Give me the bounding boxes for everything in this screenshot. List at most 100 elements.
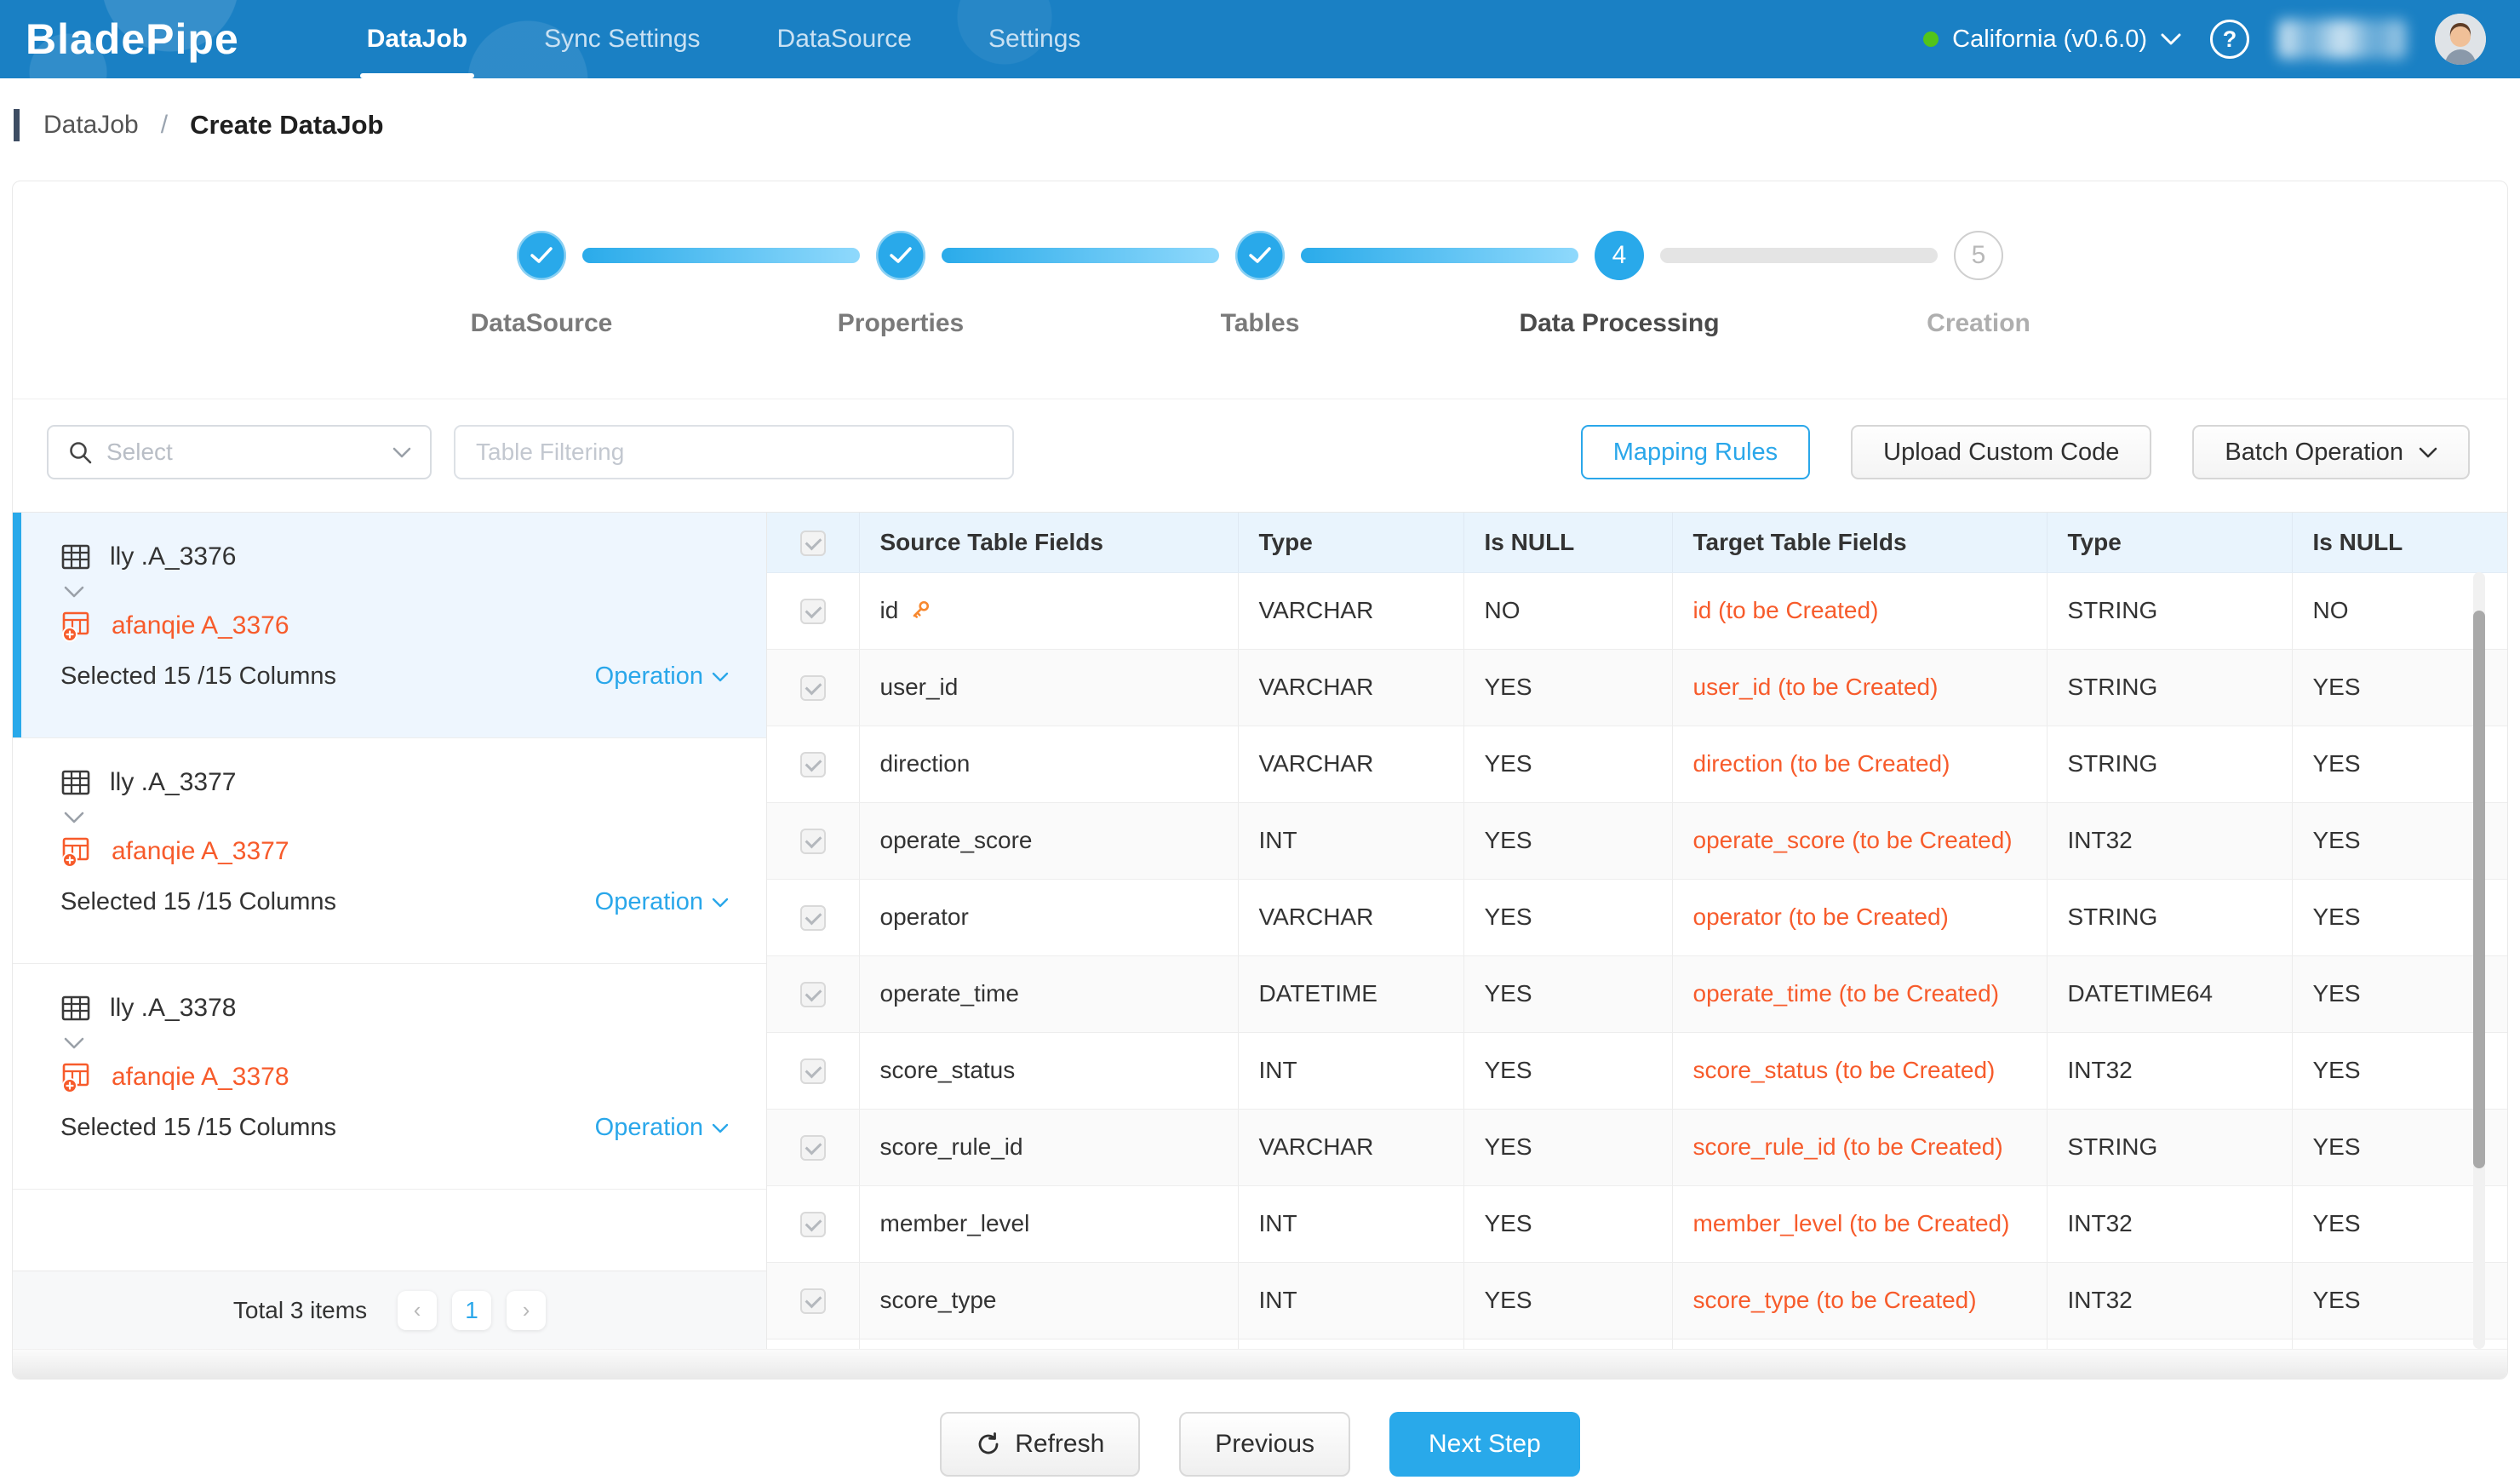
cell-isnull: YES [1463, 1185, 1672, 1262]
cell-ttype: STRING [2047, 879, 2292, 955]
step-label: Data Processing [1519, 309, 1719, 338]
row-checkbox[interactable] [800, 829, 826, 854]
avatar[interactable] [2435, 14, 2486, 65]
total-items-text: Total 3 items [233, 1297, 367, 1324]
horizontal-scrollbar-track[interactable] [13, 1349, 2507, 1379]
source-table-icon [60, 993, 91, 1024]
cell-isnull: NO [1463, 572, 1672, 649]
row-checkbox[interactable] [800, 982, 826, 1007]
cell-type: INT [1238, 802, 1463, 879]
app-logo[interactable]: BladePipe [26, 14, 239, 64]
cell-source: operate_score [859, 802, 1238, 879]
sidebar-filler [13, 1190, 766, 1271]
table-row: score_status INT YES score_status (to be… [767, 1032, 2507, 1109]
step-creation: 5 Creation [1799, 231, 2158, 338]
row-checkbox[interactable] [800, 905, 826, 931]
environment-selector[interactable]: California (v0.6.0) [1923, 26, 2181, 54]
cell-target: id (to be Created) [1672, 572, 2047, 649]
cell-isnull: YES [1463, 955, 1672, 1032]
mapping-rules-button[interactable]: Mapping Rules [1581, 425, 1810, 479]
target-table-name: afanqie A_3377 [112, 837, 289, 866]
row-checkbox[interactable] [800, 1135, 826, 1161]
username-blurred[interactable] [2278, 20, 2406, 59]
cell-ttype: STRING [2047, 572, 2292, 649]
cell-ttype: INT32 [2047, 802, 2292, 879]
selected-columns-text: Selected 15 /15 Columns [60, 663, 336, 691]
upload-custom-code-button[interactable]: Upload Custom Code [1851, 425, 2151, 479]
environment-label: California (v0.6.0) [1952, 26, 2147, 54]
col-source-isnull: Is NULL [1463, 513, 1672, 572]
cell-source: direction [859, 726, 1238, 802]
cell-ttype: INT32 [2047, 1262, 2292, 1339]
cell-target: score_type (to be Created) [1672, 1262, 2047, 1339]
operation-link[interactable]: Operation [595, 1114, 729, 1142]
source-table-name: lly .A_3376 [110, 542, 236, 571]
cell-isnull [1463, 1339, 1672, 1349]
refresh-button[interactable]: Refresh [940, 1412, 1140, 1477]
nav-item-datajob[interactable]: DataJob [341, 0, 493, 78]
batch-operation-button[interactable]: Batch Operation [2192, 425, 2470, 479]
row-checkbox[interactable] [800, 1058, 826, 1084]
expand-chevron-icon[interactable] [64, 812, 729, 823]
step-label: DataSource [471, 309, 613, 338]
table-row: score_type INT YES score_type (to be Cre… [767, 1262, 2507, 1339]
operation-link[interactable]: Operation [595, 888, 729, 916]
breadcrumb-current: Create DataJob [190, 110, 383, 141]
expand-chevron-icon[interactable] [64, 586, 729, 598]
table-row: id VARCHAR NO id (to be Created) STRING … [767, 572, 2507, 649]
table-row: user_id VARCHAR YES user_id (to be Creat… [767, 649, 2507, 726]
next-step-button[interactable]: Next Step [1389, 1412, 1580, 1477]
nav-item-settings[interactable]: Settings [963, 0, 1106, 78]
row-checkbox[interactable] [800, 1288, 826, 1314]
target-table-add-icon [60, 1061, 93, 1093]
cell-source: member_level [859, 1185, 1238, 1262]
batch-operation-label: Batch Operation [2225, 439, 2403, 467]
row-checkbox[interactable] [800, 752, 826, 777]
pagination-page-1[interactable]: 1 [452, 1291, 491, 1330]
table-pair-item-2[interactable]: lly .A_3377 afanqie A_3377 Selected 15 /… [13, 738, 766, 964]
source-table-icon [60, 542, 91, 572]
chevron-down-icon [712, 672, 729, 682]
select-dropdown[interactable]: Select [47, 425, 432, 479]
row-checkbox[interactable] [800, 1212, 826, 1237]
nav-item-sync-settings[interactable]: Sync Settings [518, 0, 725, 78]
table-pair-item-3[interactable]: lly .A_3378 afanqie A_3378 Selected 15 /… [13, 964, 766, 1190]
cell-isnull: YES [1463, 802, 1672, 879]
operation-link[interactable]: Operation [595, 663, 729, 691]
row-checkbox[interactable] [800, 599, 826, 624]
col-target-fields: Target Table Fields [1672, 513, 2047, 572]
cell-type: VARCHAR [1238, 1109, 1463, 1185]
previous-button[interactable]: Previous [1179, 1412, 1350, 1477]
table-list-sidebar: lly .A_3376 afanqie A_3376 Selected 15 /… [13, 513, 767, 1349]
chevron-down-icon [712, 898, 729, 908]
vertical-scrollbar-thumb[interactable] [2473, 611, 2485, 1168]
pagination-prev-button[interactable]: ‹ [398, 1291, 437, 1330]
select-all-checkbox[interactable] [800, 531, 826, 556]
expand-chevron-icon[interactable] [64, 1037, 729, 1049]
cell-isnull: YES [1463, 1262, 1672, 1339]
row-checkbox[interactable] [800, 675, 826, 701]
selected-columns-text: Selected 15 /15 Columns [60, 1114, 336, 1142]
nav-item-datasource[interactable]: DataSource [752, 0, 937, 78]
cell-ttype [2047, 1339, 2292, 1349]
cell-source: operate_time [859, 955, 1238, 1032]
table-filtering-input[interactable] [454, 425, 1014, 479]
step-tables: Tables [1080, 231, 1440, 338]
sidebar-pagination: Total 3 items ‹ 1 › [13, 1271, 766, 1349]
cell-source: score_rule_id [859, 1109, 1238, 1185]
top-navbar: BladePipe DataJob Sync Settings DataSour… [0, 0, 2520, 78]
cell-isnull: YES [1463, 649, 1672, 726]
breadcrumb-accent-bar [14, 109, 20, 141]
refresh-label: Refresh [1015, 1430, 1104, 1459]
breadcrumb-parent[interactable]: DataJob [43, 111, 139, 140]
pagination-next-button[interactable]: › [507, 1291, 546, 1330]
cell-target: direction (to be Created) [1672, 726, 2047, 802]
cell-ttype: STRING [2047, 649, 2292, 726]
cell-type: VARCHAR [1238, 879, 1463, 955]
help-icon[interactable]: ? [2210, 20, 2249, 59]
step-check-icon [1235, 231, 1285, 280]
cell-target: score_status (to be Created) [1672, 1032, 2047, 1109]
cell-target: member_level (to be Created) [1672, 1185, 2047, 1262]
cell-source: id [859, 572, 1238, 649]
table-pair-item-1[interactable]: lly .A_3376 afanqie A_3376 Selected 15 /… [13, 513, 766, 738]
